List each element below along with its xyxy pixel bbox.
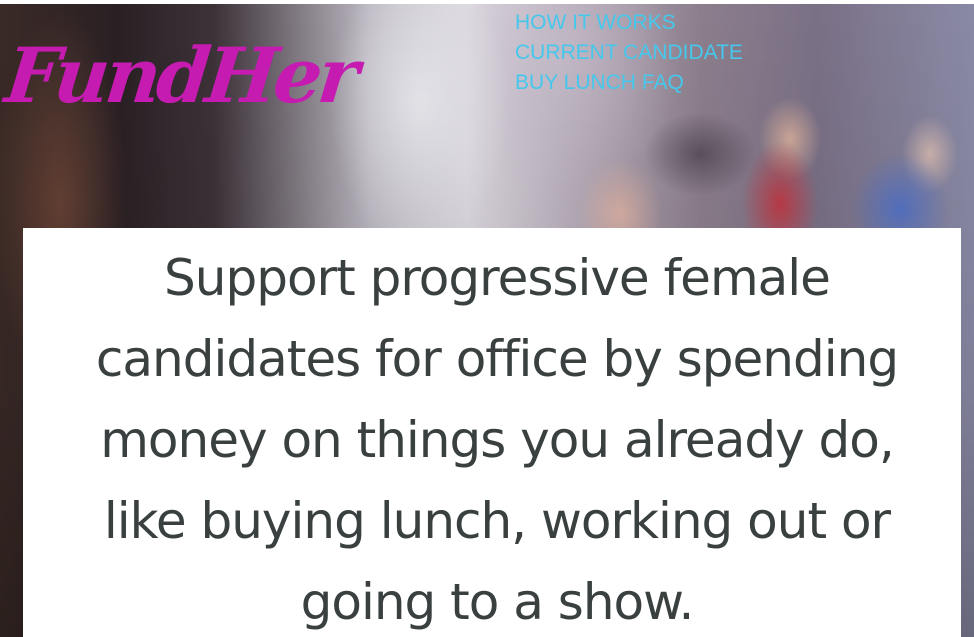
nav-link-faq[interactable]: FAQ [642, 71, 684, 94]
tagline-line-5: going to a show. [300, 573, 695, 631]
fundher-logo[interactable]: FundHer [1, 31, 359, 120]
main-nav: HOW IT WORKS CURRENT CANDIDATE BUY LUNCH… [515, 8, 743, 98]
hero-tagline: Support progressive female candidates fo… [23, 238, 971, 637]
nav-row-3: BUY LUNCH FAQ [515, 68, 743, 98]
tagline-line-2: candidates for office by spending [95, 330, 899, 388]
tagline-line-1: Support progressive female [164, 249, 831, 307]
tagline-line-3: money on things you already do, [100, 411, 895, 469]
tagline-line-4: like buying lunch, working out or [103, 492, 891, 550]
page: FundHer HOW IT WORKS CURRENT CANDIDATE B… [0, 0, 974, 637]
nav-row-1: HOW IT WORKS [515, 8, 743, 38]
nav-link-how-it-works[interactable]: HOW IT WORKS [515, 11, 676, 34]
nav-link-buy-lunch[interactable]: BUY LUNCH [515, 71, 636, 94]
hero-tagline-card: Support progressive female candidates fo… [23, 228, 961, 637]
nav-link-current-candidate[interactable]: CURRENT CANDIDATE [515, 41, 743, 64]
nav-row-2: CURRENT CANDIDATE [515, 38, 743, 68]
